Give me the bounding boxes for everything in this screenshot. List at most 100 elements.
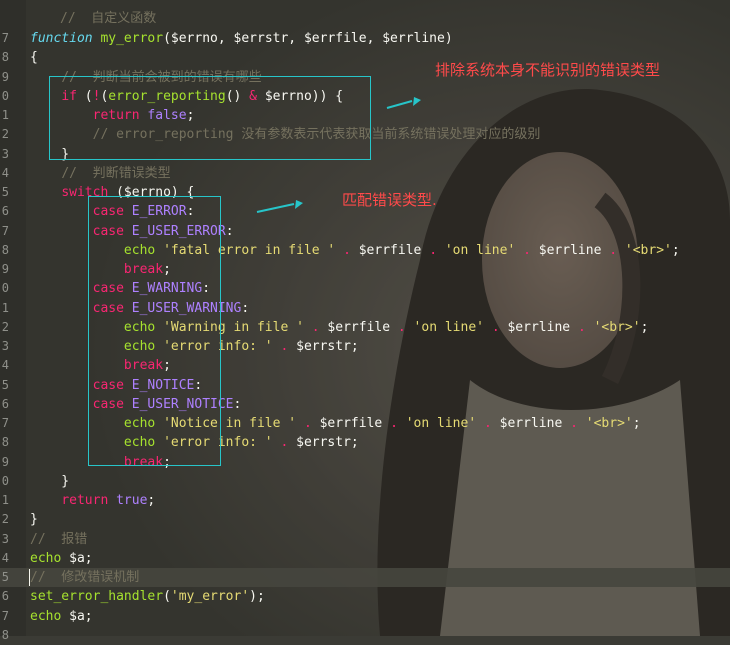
line-number: 7: [1, 608, 9, 623]
line-number: 0: [1, 281, 9, 296]
code-line[interactable]: 2}: [0, 510, 730, 529]
token-var: [578, 416, 586, 431]
line-number: 7: [1, 223, 9, 238]
line-number: 3: [1, 531, 9, 546]
token-cm: // 判断错误类型: [61, 165, 171, 181]
code-line[interactable]: 1 return true;: [0, 491, 730, 510]
token-kw: .: [570, 416, 578, 431]
token-kw: .: [577, 319, 586, 335]
token-var: $errfile: [311, 416, 391, 431]
line-number: 7: [1, 31, 9, 45]
token-var: [30, 185, 61, 200]
token-fn: echo: [30, 550, 62, 566]
line-number: 5: [1, 185, 9, 199]
line-number: 6: [1, 396, 9, 411]
token-var: }: [30, 473, 70, 489]
token-var: [484, 320, 492, 335]
token-var: ;: [632, 416, 641, 431]
annotation-exclude-types: 排除系统本身不能识别的错误类型: [435, 61, 661, 79]
token-str: 'on line': [413, 319, 484, 335]
code-line[interactable]: 3 // 报错: [0, 530, 730, 549]
code-text: // 报错: [30, 530, 87, 549]
code-line[interactable]: 0 }: [0, 472, 730, 491]
token-var: $errstr;: [288, 339, 359, 354]
token-var: $errline: [491, 416, 571, 431]
line-number: 9: [1, 262, 9, 276]
line-number: 8: [1, 50, 9, 65]
token-kw: .: [491, 319, 500, 335]
code-line-current[interactable]: 5 // 修改错误机制: [0, 568, 730, 588]
token-var: [30, 204, 93, 219]
line-number: 8: [1, 242, 9, 257]
token-var: $errfile: [350, 242, 430, 258]
token-var: ;: [147, 493, 156, 508]
token-var: ($errno, $errstr, $errfile, $errline): [163, 31, 453, 46]
line-number: 2: [1, 127, 9, 142]
token-var: [515, 243, 523, 258]
highlight-box-if: [49, 76, 371, 160]
token-kw: .: [609, 242, 618, 258]
line-number: 8: [1, 435, 9, 450]
code-text: }: [30, 510, 38, 529]
code-comment: // 自定义函数: [60, 11, 157, 27]
token-cm: // 修改错误机制: [30, 570, 140, 585]
code-text: echo $a;: [30, 607, 93, 626]
code-line[interactable]: 6 set_error_handler('my_error');: [0, 587, 730, 606]
token-var: :: [225, 223, 234, 239]
code-text: // 判断错误类型: [30, 164, 171, 183]
line-number: 8: [1, 627, 9, 642]
token-cst: true: [116, 493, 148, 508]
line-number: 0: [1, 88, 9, 103]
line-number: 9: [1, 454, 9, 469]
token-var: [398, 416, 406, 431]
token-kw: .: [429, 242, 438, 258]
token-var: [30, 397, 93, 412]
token-var: {: [30, 50, 38, 66]
token-var: }: [30, 512, 38, 528]
token-str: '<br>': [593, 319, 641, 335]
token-var: );: [249, 589, 265, 605]
token-kw: .: [523, 242, 531, 258]
token-kw: .: [343, 242, 351, 258]
token-kw: .: [311, 319, 320, 335]
code-text: function my_error($errno, $errstr, $errf…: [30, 29, 453, 48]
annotation-match-types: 匹配错误类型.: [342, 191, 437, 209]
token-var: :: [233, 396, 242, 412]
token-kw: .: [484, 416, 492, 431]
line-number: 3: [1, 146, 9, 161]
text-cursor: [29, 569, 30, 586]
token-kw: .: [390, 416, 398, 431]
code-text: return true;: [30, 491, 155, 510]
code-line[interactable]: 7 function my_error($errno, $errstr, $err…: [0, 29, 730, 48]
token-str: '<br>': [585, 416, 633, 431]
token-fn: echo: [30, 608, 62, 624]
token-str: 'on line': [405, 416, 477, 431]
token-var: [335, 243, 343, 258]
token-var: $a;: [61, 608, 93, 624]
line-number: 4: [1, 358, 9, 373]
line-number: 4: [1, 550, 9, 565]
code-line[interactable]: 7 echo $a;: [0, 607, 730, 626]
highlight-box-cases: [88, 196, 221, 466]
token-str: 'my_error': [170, 589, 250, 605]
line-number: 1: [1, 300, 9, 315]
token-cm: // 报错: [30, 531, 88, 547]
line-number: 6: [1, 204, 9, 219]
token-str: '<br>': [624, 242, 672, 258]
code-line[interactable]: 4 echo $a;: [0, 549, 730, 568]
code-line: // 自定义函数: [0, 0, 730, 26]
code-text: echo $a;: [30, 549, 93, 568]
line-number: 7: [1, 416, 9, 430]
token-var: [30, 301, 93, 316]
code-line[interactable]: 8: [0, 626, 730, 645]
line-number: 5: [1, 570, 9, 584]
token-var: [30, 166, 61, 181]
code-text: {: [30, 48, 38, 67]
token-var: $errline: [530, 242, 610, 258]
line-number: 2: [1, 512, 9, 527]
token-var: :: [241, 300, 250, 316]
token-var: (: [163, 589, 171, 605]
token-fn: my_error: [100, 31, 164, 46]
code-line[interactable]: 4 // 判断错误类型: [0, 164, 730, 183]
line-number: 2: [1, 319, 9, 334]
